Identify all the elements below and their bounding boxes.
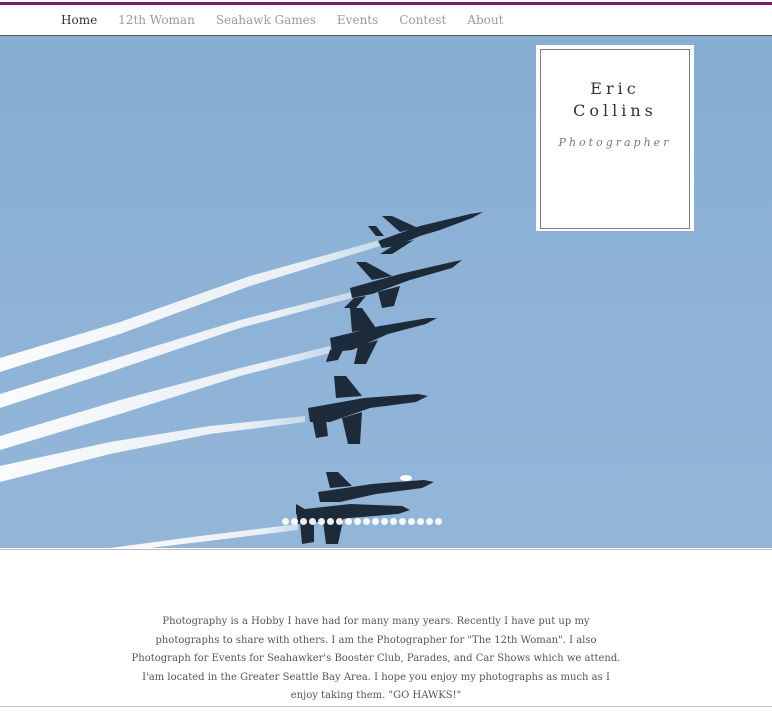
smoke-trail — [110, 524, 298, 548]
slideshow-dot[interactable] — [300, 518, 307, 525]
slideshow-dots — [282, 518, 442, 525]
nav-list: Home 12th Woman Seahawk Games Events Con… — [61, 13, 524, 27]
nav-item-home[interactable]: Home — [61, 13, 97, 27]
nav-item-contest[interactable]: Contest — [399, 13, 446, 27]
main-nav: Home 12th Woman Seahawk Games Events Con… — [0, 5, 772, 34]
title-card-frame: Eric Collins Photographer — [540, 49, 690, 229]
page: Home 12th Woman Seahawk Games Events Con… — [0, 0, 772, 711]
slideshow-dot[interactable] — [426, 518, 433, 525]
jet — [308, 376, 428, 444]
nav-item-about[interactable]: About — [467, 13, 503, 27]
nav-item-12th-woman[interactable]: 12th Woman — [118, 13, 195, 27]
divider — [0, 706, 772, 707]
slideshow-dot[interactable] — [282, 518, 289, 525]
divider — [0, 549, 772, 550]
slideshow-dot[interactable] — [363, 518, 370, 525]
slideshow-dot[interactable] — [354, 518, 361, 525]
slideshow-dot[interactable] — [417, 518, 424, 525]
slideshow-dot[interactable] — [399, 518, 406, 525]
nav-item-seahawk-games[interactable]: Seahawk Games — [216, 13, 316, 27]
slideshow-dot[interactable] — [291, 518, 298, 525]
slideshow-dot[interactable] — [381, 518, 388, 525]
title-card: Eric Collins Photographer — [536, 45, 694, 231]
intro-text: Photography is a Hobby I have had for ma… — [131, 616, 621, 701]
slideshow-dot[interactable] — [345, 518, 352, 525]
site-subtitle: Photographer — [558, 136, 672, 149]
site-title-last-name: Collins — [573, 101, 657, 120]
nav-item-events[interactable]: Events — [337, 13, 378, 27]
slideshow-dot[interactable] — [408, 518, 415, 525]
slideshow-dot[interactable] — [372, 518, 379, 525]
slideshow-dot[interactable] — [390, 518, 397, 525]
jet — [344, 260, 462, 308]
jet — [318, 472, 434, 502]
jet — [326, 308, 437, 364]
jet — [368, 212, 483, 254]
slideshow-dot[interactable] — [435, 518, 442, 525]
slideshow-dot[interactable] — [309, 518, 316, 525]
site-title-first-name: Eric — [590, 79, 640, 98]
hero-slideshow[interactable]: Eric Collins Photographer — [0, 35, 772, 548]
site-title: Eric Collins — [541, 78, 689, 122]
slideshow-dot[interactable] — [336, 518, 343, 525]
slideshow-dot[interactable] — [327, 518, 334, 525]
slideshow-dot[interactable] — [318, 518, 325, 525]
